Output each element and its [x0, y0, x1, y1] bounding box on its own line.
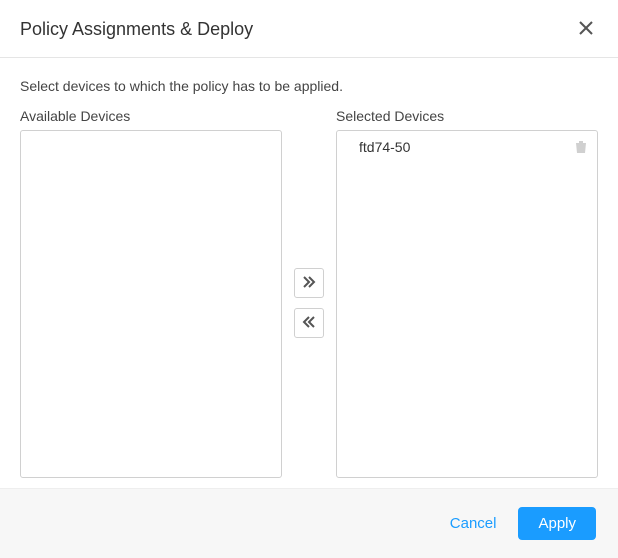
list-item[interactable]: ftd74-50: [337, 131, 597, 163]
transfer-controls: [294, 108, 324, 478]
dialog-title: Policy Assignments & Deploy: [20, 19, 253, 40]
cancel-button[interactable]: Cancel: [446, 509, 501, 538]
available-devices-label: Available Devices: [20, 108, 282, 124]
available-devices-column: Available Devices: [20, 108, 282, 478]
device-name: ftd74-50: [359, 139, 410, 155]
chevron-double-left-icon: [302, 316, 316, 331]
close-button[interactable]: [574, 16, 598, 43]
chevron-double-right-icon: [302, 276, 316, 291]
dual-list-container: Available Devices Selected Devices ftd7: [20, 108, 598, 478]
close-icon: [578, 20, 594, 39]
dialog-header: Policy Assignments & Deploy: [0, 0, 618, 58]
trash-icon[interactable]: [575, 140, 587, 154]
apply-button[interactable]: Apply: [518, 507, 596, 540]
policy-assignments-dialog: Policy Assignments & Deploy Select devic…: [0, 0, 618, 558]
selected-devices-label: Selected Devices: [336, 108, 598, 124]
selected-devices-column: Selected Devices ftd74-50: [336, 108, 598, 478]
move-right-button[interactable]: [294, 268, 324, 298]
dialog-body: Select devices to which the policy has t…: [0, 58, 618, 488]
move-left-button[interactable]: [294, 308, 324, 338]
selected-devices-list[interactable]: ftd74-50: [336, 130, 598, 478]
dialog-footer: Cancel Apply: [0, 488, 618, 558]
available-devices-list[interactable]: [20, 130, 282, 478]
instruction-text: Select devices to which the policy has t…: [20, 78, 598, 94]
